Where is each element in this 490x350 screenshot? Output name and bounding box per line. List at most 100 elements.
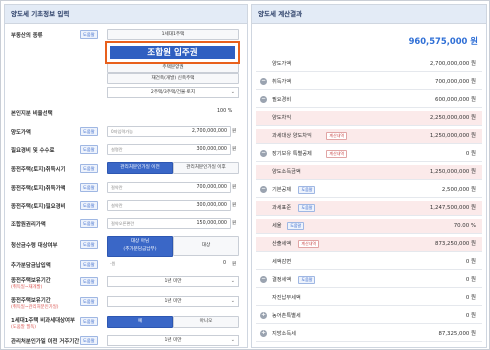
result-row: − 필요경비 600,000,000 원 xyxy=(256,93,482,108)
total-holding-sub: (취득일~관리처분인가일) xyxy=(11,305,59,310)
help-badge[interactable]: 도움말 xyxy=(298,186,316,194)
member-contribution-input[interactable]: 절약오른편란 150,000,000 xyxy=(107,218,231,229)
result-row-value: 1,250,000,000 원 xyxy=(429,169,476,175)
settlement-not-target-option[interactable]: 대상 아님 (추가분담금납부) xyxy=(107,236,173,257)
result-row-label: 취득가액 xyxy=(272,79,292,85)
prev-expense-input[interactable]: 설약란 300,000,000 xyxy=(107,200,231,211)
calculation-detail-badge[interactable]: 계산내역 xyxy=(326,150,348,158)
help-badge[interactable]: 도움말 xyxy=(80,260,98,269)
result-row-value: 1,250,000,000 원 xyxy=(429,133,476,139)
after-approval-option[interactable]: 관리처분인가일 이후 xyxy=(173,162,239,174)
total-holding-label: 종전주택보유기간 xyxy=(11,298,51,304)
option-one-house[interactable]: 1세대1주택 xyxy=(107,29,239,40)
result-row-label: 산출세액 xyxy=(272,241,292,247)
help-badge[interactable]: 도움말 xyxy=(80,297,98,306)
before-approval-option[interactable]: 관리처분인가일 이전 xyxy=(107,162,173,174)
input-panel: 양도세 기초정보 입력 부동산의 종류 도움말 1세대1주택 주택분양권 재건축… xyxy=(4,4,248,348)
result-row-label: 필요경비 xyxy=(272,97,292,103)
residence-period-label: 관리처분인가일 이전 거주기간 xyxy=(11,339,80,345)
help-badge[interactable]: 도움말 xyxy=(298,276,316,284)
result-row: + 농어촌특별세 0 원 xyxy=(256,309,482,324)
help-badge[interactable]: 도움말 xyxy=(80,336,98,345)
additional-payment-input[interactable]: -원 0 xyxy=(107,259,229,268)
one-household-label: 1세대1주택 비과세대상여부 xyxy=(11,318,75,324)
one-household-sub: (도움말 필독) xyxy=(11,325,37,330)
result-row: 자진납부세액 0 원 xyxy=(256,291,482,306)
own-ratio-value[interactable]: 100 % xyxy=(217,109,232,114)
settlement-label: 청산금수령 대상여부 xyxy=(11,243,58,249)
result-row: 과세대상 양도차익 계산내역 1,250,000,000 원 xyxy=(256,129,482,144)
placeholder: 절약란 xyxy=(111,185,123,190)
additional-payment-label: 추가분담금납입액 xyxy=(11,263,51,269)
chevron-down-icon: ⌄ xyxy=(230,89,235,95)
plus-icon: + xyxy=(260,330,267,337)
expense-input[interactable]: 설명란 300,000,000 xyxy=(107,144,231,155)
unit: 원 xyxy=(232,221,237,226)
option-reconstruction[interactable]: 재건축(개발) 신축주택 xyxy=(107,73,239,84)
total-holding-select[interactable]: 1년 미만 ⌄ xyxy=(107,296,239,307)
chevron-down-icon: ⌄ xyxy=(230,298,235,304)
unit: 원 xyxy=(232,147,237,152)
help-badge[interactable]: 도움말 xyxy=(287,222,305,230)
input-value: 300,000,000 xyxy=(196,147,227,152)
minus-icon: − xyxy=(260,96,267,103)
prev-acquire-price-input[interactable]: 절약란 700,000,000 xyxy=(107,182,231,193)
help-badge[interactable]: 도움말 xyxy=(80,201,98,210)
help-badge[interactable]: 도움말 xyxy=(80,277,98,286)
result-panel-title: 양도세 계산결과 xyxy=(252,5,486,24)
prev-holding-sub: (취득일~재개발) xyxy=(11,285,43,290)
result-row-label: 농어촌특별세 xyxy=(272,313,301,319)
prev-expense-label: 종전주택(토지)필요경비 xyxy=(11,204,66,210)
calculation-detail-badge[interactable]: 계산내역 xyxy=(298,240,320,248)
help-badge[interactable]: 도움말 xyxy=(80,145,98,154)
result-row-value: 70.00 % xyxy=(453,223,476,229)
result-row-value: 2,250,000,000 원 xyxy=(429,115,476,121)
no-option[interactable]: 아니오 xyxy=(173,316,239,328)
prev-acquire-price-label: 종전주택(토지)취득가액 xyxy=(11,186,66,192)
minus-icon: − xyxy=(260,150,267,157)
yes-option[interactable]: 예 xyxy=(107,316,173,328)
result-row-label: 자진납부세액 xyxy=(272,295,301,301)
help-badge[interactable]: 도움말 xyxy=(80,30,98,39)
option-presale-right[interactable]: 주택분양권 xyxy=(107,63,239,73)
help-badge[interactable]: 도움말 xyxy=(80,164,98,173)
result-row: − 취득가액 700,000,000 원 xyxy=(256,75,482,90)
result-row-label: 양도소득금액 xyxy=(272,169,301,175)
result-row: − 기본공제 도움말 2,500,000 원 xyxy=(256,183,482,198)
result-row: + 지방소득세 87,325,000 원 xyxy=(256,327,482,342)
placeholder: -원 xyxy=(110,261,116,266)
input-value: 0 xyxy=(222,261,226,266)
help-badge[interactable]: 도움말 xyxy=(80,183,98,192)
calculation-detail-badge[interactable]: 계산내역 xyxy=(326,132,348,140)
result-row-label: 양도차익 xyxy=(272,115,292,121)
help-badge[interactable]: 도움말 xyxy=(80,219,98,228)
help-badge[interactable]: 도움말 xyxy=(80,317,98,326)
unit: 원 xyxy=(232,262,237,267)
own-ratio-label: 본인지분 비율선택 xyxy=(11,111,53,117)
transfer-price-input[interactable]: 0자입력가능 2,700,000,000 xyxy=(107,126,231,137)
unit: 원 xyxy=(232,203,237,208)
result-row-value: 0 원 xyxy=(465,277,476,283)
result-row-value: 1,247,500,000 원 xyxy=(429,205,476,211)
minus-icon: − xyxy=(260,78,267,85)
help-badge[interactable]: 도움말 xyxy=(80,127,98,136)
expense-label: 필요경비 및 수수료 xyxy=(11,148,55,154)
minus-icon: − xyxy=(260,186,267,193)
select-value: 1년 미만 xyxy=(164,338,182,343)
prev-holding-select[interactable]: 1년 미만 ⌄ xyxy=(107,276,239,287)
result-row-value: 0 원 xyxy=(465,151,476,157)
select-value: 1년 미만 xyxy=(164,279,182,284)
help-badge[interactable]: 도움말 xyxy=(80,240,98,249)
result-row-label: 결정세액 xyxy=(272,277,292,283)
option-union-member-right[interactable]: 조합원 입주권 xyxy=(110,46,235,59)
result-row-value: 600,000,000 원 xyxy=(435,97,476,103)
multi-house-select[interactable]: 2주택/3주택/건물·토지 ⌄ xyxy=(107,87,239,98)
transfer-price-label: 양도가액 xyxy=(11,130,31,136)
residence-period-select[interactable]: 1년 미만 ⌄ xyxy=(107,335,239,346)
settlement-target-option[interactable]: 대상 xyxy=(173,236,239,256)
result-row-value: 0 원 xyxy=(465,259,476,265)
result-row-label: 세율 xyxy=(272,223,282,229)
acquire-time-label: 종전주택(토지)취득시기 xyxy=(11,167,66,173)
result-row: 세율 도움말 70.00 % xyxy=(256,219,482,234)
help-badge[interactable]: 도움말 xyxy=(298,204,316,212)
